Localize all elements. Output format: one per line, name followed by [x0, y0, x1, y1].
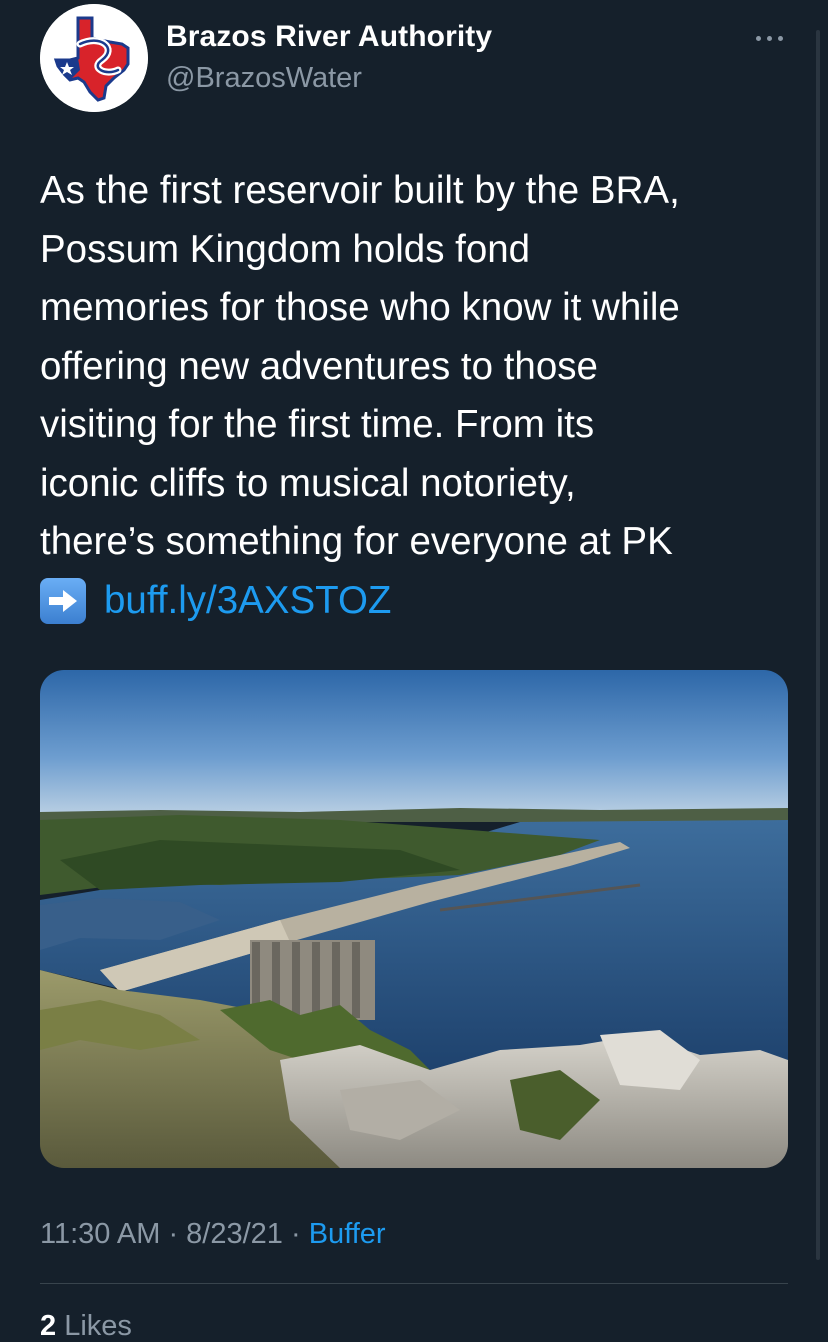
divider [40, 1283, 788, 1284]
author-display-name[interactable]: Brazos River Authority [166, 20, 492, 54]
tweet-time: 11:30 AM [40, 1218, 161, 1250]
more-dots-icon[interactable] [752, 24, 788, 54]
tweet-meta: 11:30 AM · 8/23/21 · Buffer [40, 1218, 386, 1251]
tweet-detail: Brazos River Authority @BrazosWater As t… [0, 0, 828, 1342]
tweet-text-line: As the first reservoir built by the BRA, [40, 169, 680, 212]
author-handle[interactable]: @BrazosWater [166, 62, 362, 95]
tweet-text-line: visiting for the first time. From its [40, 403, 595, 446]
reservoir-photo [40, 670, 788, 1168]
right-arrow-emoji-icon [40, 577, 86, 624]
bra-texas-logo-icon [40, 4, 148, 112]
tweet-text-line: offering new adventures to those [40, 344, 598, 388]
tweet-text-line: Possum Kingdom holds fond [40, 227, 531, 271]
likes-count-link[interactable]: 2 Likes [40, 1310, 132, 1342]
tweet-date: 8/23/21 [186, 1218, 283, 1250]
link-line: buff.ly/3AXSTOZ [40, 572, 800, 631]
meta-separator: · [282, 1218, 309, 1250]
tweet-source-link[interactable]: Buffer [309, 1218, 386, 1250]
likes-label: Likes [64, 1310, 132, 1342]
likes-count: 2 [40, 1310, 57, 1342]
tweet-photo[interactable] [40, 670, 788, 1168]
scrollbar[interactable] [816, 30, 820, 1260]
tweet-text-line: memories for those who know it while [40, 286, 680, 329]
avatar[interactable] [40, 4, 148, 112]
tweet-text-line: there’s something for everyone at PK [40, 520, 673, 563]
tweet-link[interactable]: buff.ly/3AXSTOZ [104, 572, 391, 631]
meta-separator: · [160, 1218, 187, 1250]
tweet-text-line: iconic cliffs to musical notoriety, [40, 461, 576, 505]
tweet-text: As the first reservoir built by the BRA,… [40, 162, 800, 630]
